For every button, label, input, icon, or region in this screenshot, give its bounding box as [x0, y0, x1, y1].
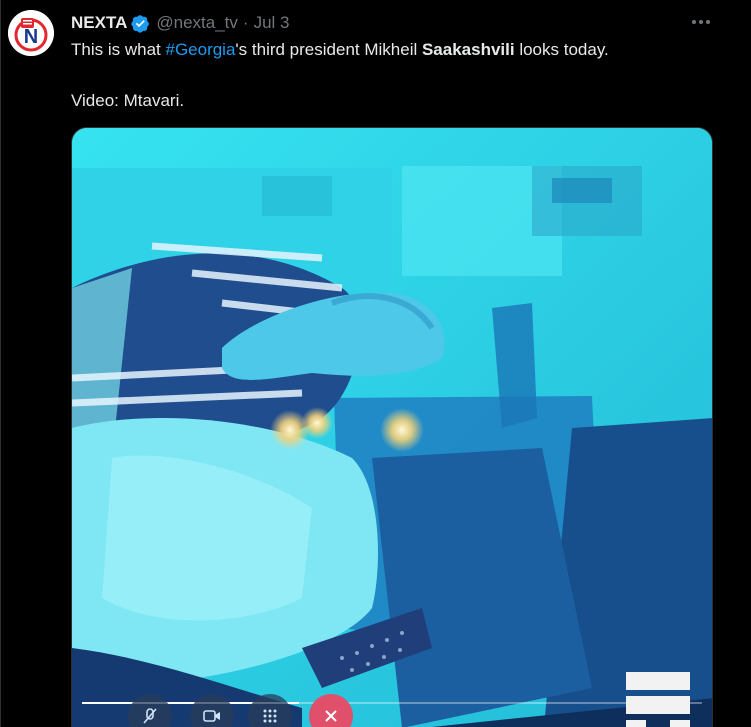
- text-segment: 's third president Mikheil: [235, 40, 422, 59]
- tweet-text: This is what #Georgia's third president …: [71, 38, 731, 113]
- tweet-text-line2: Video: Mtavari.: [71, 91, 185, 110]
- more-options-button[interactable]: [688, 12, 714, 32]
- verified-badge-icon: [131, 14, 150, 33]
- mic-off-icon: [143, 708, 157, 724]
- mtavari-logo: [626, 672, 690, 727]
- highlighted-term: Saakashvili: [421, 40, 515, 59]
- author-handle[interactable]: @nexta_tv: [156, 13, 238, 33]
- text-segment: This is what: [71, 40, 166, 59]
- video-progress-bar[interactable]: [82, 702, 702, 704]
- svg-text:N: N: [24, 26, 38, 48]
- timeline-column: N NEXTA @nexta_tv · Jul 3 This is what #…: [0, 0, 751, 727]
- hashtag-link[interactable]: #Georgia: [165, 40, 235, 59]
- hang-up-icon: [325, 710, 337, 722]
- display-name[interactable]: NEXTA: [71, 13, 127, 33]
- tweet-header: NEXTA @nexta_tv · Jul 3: [71, 12, 289, 34]
- video-frame: [72, 128, 712, 727]
- nexta-logo-icon: N: [8, 10, 54, 56]
- separator-dot: ·: [242, 13, 249, 32]
- tweet-text-line1: This is what #Georgia's third president …: [71, 38, 731, 62]
- keypad-icon: [263, 709, 277, 723]
- camera-icon: [203, 710, 220, 722]
- tweet-date[interactable]: Jul 3: [254, 13, 290, 33]
- more-options-icon: [692, 20, 710, 24]
- avatar[interactable]: N: [8, 10, 54, 56]
- tweet[interactable]: N NEXTA @nexta_tv · Jul 3 This is what #…: [1, 0, 751, 727]
- video-player[interactable]: [71, 127, 713, 727]
- text-segment: looks today.: [514, 40, 609, 59]
